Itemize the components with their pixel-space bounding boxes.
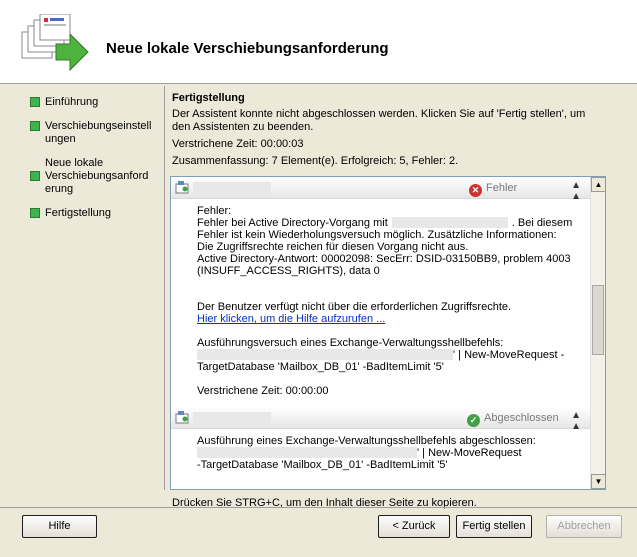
mailbox-user-icon: [175, 181, 189, 194]
collapse-icon[interactable]: ▲ ▲: [571, 180, 581, 202]
result-item-body: Ausführung eines Exchange-Verwaltungsshe…: [197, 435, 536, 471]
result-item-header[interactable]: ✕ Fehler ▲ ▲: [171, 177, 591, 202]
results-list: ✕ Fehler ▲ ▲ Fehler: Fehler bei Active Dir…: [171, 177, 591, 489]
step-move-settings: Verschiebungseinstell ungen: [30, 120, 151, 146]
step-intro: Einführung: [30, 96, 160, 109]
section-title: Fertigstellung: [172, 92, 245, 104]
step-complete-icon: [30, 208, 40, 218]
status-error: ✕ Fehler: [469, 182, 517, 197]
divider: [164, 86, 165, 490]
mailbox-user-icon: [175, 411, 189, 424]
finish-button[interactable]: Fertig stellen: [456, 515, 532, 538]
step-complete-icon: [30, 171, 40, 181]
step-complete-icon: [30, 97, 40, 107]
vertical-scrollbar[interactable]: ▲ ▼: [590, 177, 605, 489]
step-label: Einführung: [45, 96, 99, 108]
step-completion: Fertigstellung: [30, 207, 160, 220]
summary: Zusammenfassung: 7 Element(e). Erfolgrei…: [172, 155, 459, 167]
result-item-header[interactable]: ✓ Abgeschlossen ▲ ▲: [171, 407, 591, 432]
help-link[interactable]: Hier klicken, um die Hilfe aufzurufen ..…: [197, 313, 385, 325]
step-label: Verschiebungseinstell ungen: [45, 120, 152, 145]
back-button[interactable]: < Zurück: [378, 515, 450, 538]
step-complete-icon: [30, 121, 40, 131]
help-button[interactable]: Hilfe: [22, 515, 97, 538]
collapse-icon[interactable]: ▲ ▲: [571, 410, 581, 432]
elapsed-time: Verstrichene Zeit: 00:00:03: [172, 138, 304, 150]
check-icon: ✓: [467, 414, 480, 427]
scroll-thumb[interactable]: [592, 285, 604, 355]
page-title: Neue lokale Verschiebungsanforderung: [106, 40, 389, 57]
move-mailbox-icon: [21, 14, 89, 72]
error-icon: ✕: [469, 184, 482, 197]
result-item-body: Fehler: Fehler bei Active Directory-Vorg…: [197, 205, 573, 397]
redacted-identity: [197, 349, 453, 360]
step-new-local-move: Neue lokale Verschiebungsanford erung: [30, 157, 148, 196]
step-label: Fertigstellung: [45, 207, 112, 219]
cancel-button[interactable]: Abbrechen: [546, 515, 622, 538]
redacted-object: [391, 217, 508, 228]
redacted-identity: [197, 447, 417, 458]
scroll-down-button[interactable]: ▼: [591, 474, 605, 489]
divider: [0, 507, 637, 508]
redacted-name: [193, 182, 271, 194]
scroll-up-button[interactable]: ▲: [591, 177, 605, 192]
status-completed: ✓ Abgeschlossen: [467, 412, 559, 427]
results-panel[interactable]: ✕ Fehler ▲ ▲ Fehler: Fehler bei Active Dir…: [170, 176, 606, 490]
status-message: Der Assistent konnte nicht abgeschlossen…: [172, 108, 586, 133]
completion-content: Fertigstellung Der Assistent konnte nich…: [172, 92, 612, 172]
wizard-steps: Einführung Verschiebungseinstell ungen N…: [30, 96, 160, 231]
redacted-name: [193, 412, 271, 424]
wizard-header: Neue lokale Verschiebungsanforderung: [0, 0, 637, 84]
step-label: Neue lokale Verschiebungsanford erung: [45, 157, 149, 195]
